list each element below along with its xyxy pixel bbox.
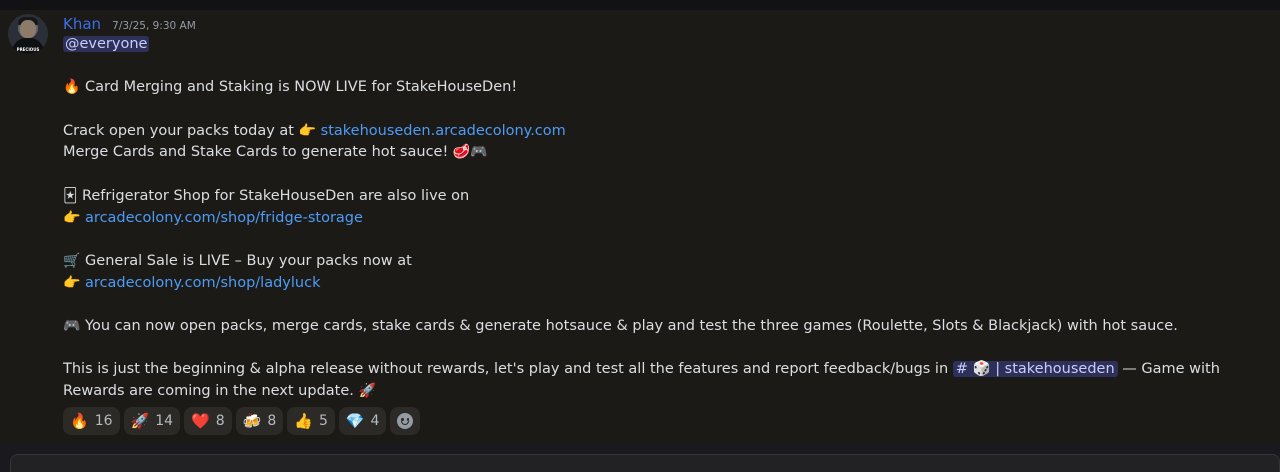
rocket-icon: 🚀 — [358, 383, 376, 400]
general-sale-text: General Sale is LIVE – Buy your packs no… — [85, 252, 412, 269]
reaction-gem[interactable]: 💎 4 — [338, 407, 387, 435]
thumbs-up-icon: 👍 — [294, 412, 313, 430]
fire-icon: 🔥 — [63, 79, 81, 96]
avatar-label: PRECIOUS — [16, 47, 40, 52]
beers-icon: 🍻 — [242, 412, 262, 430]
top-bar — [0, 0, 1280, 10]
point-right-icon: 👉 — [63, 274, 81, 291]
fire-icon: 🔥 — [70, 412, 89, 430]
point-right-icon: 👉 — [298, 122, 317, 139]
reaction-fire[interactable]: 🔥 16 — [63, 407, 120, 435]
reaction-count: 4 — [370, 413, 380, 429]
channel-mention-stakehouseden[interactable]: # 🎲 | stakehouseden — [952, 361, 1118, 378]
crack-packs-text: Crack open your packs today at — [63, 122, 294, 139]
reaction-count: 5 — [318, 413, 328, 429]
merge-stake-text: Merge Cards and Stake Cards to generate … — [63, 144, 449, 161]
avatar[interactable]: PRECIOUS — [8, 14, 48, 54]
reaction-count: 14 — [155, 413, 174, 429]
message-header: Khan 7/3/25, 9:30 AM — [63, 14, 196, 34]
avatar-face — [20, 20, 36, 38]
ladyluck-link[interactable]: arcadecolony.com/shop/ladyluck — [85, 275, 320, 291]
joker-card-icon: 🃏 — [63, 187, 78, 204]
point-right-icon: 👉 — [63, 209, 81, 226]
heart-icon: ❤️ — [191, 412, 210, 430]
chat-message: PRECIOUS Khan 7/3/25, 9:30 AM @everyone … — [0, 10, 1280, 442]
reaction-count: 16 — [94, 413, 113, 429]
alpha-release-text: This is just the beginning & alpha relea… — [63, 361, 949, 378]
everyone-mention[interactable]: @everyone — [63, 36, 150, 52]
announcement-title: Card Merging and Staking is NOW LIVE for… — [85, 79, 518, 96]
message-body: @everyone 🔥 Card Merging and Staking is … — [63, 34, 1273, 403]
reaction-count: 8 — [267, 413, 277, 429]
add-reaction-icon — [397, 413, 414, 429]
rocket-icon: 🚀 — [130, 412, 150, 430]
stakehouseden-link[interactable]: stakehouseden.arcadecolony.com — [321, 123, 566, 139]
fridge-storage-link[interactable]: arcadecolony.com/shop/fridge-storage — [85, 210, 363, 226]
message-timestamp[interactable]: 7/3/25, 9:30 AM — [112, 20, 196, 32]
shopping-cart-icon: 🛒 — [63, 252, 81, 269]
steak-gamepad-icons: 🥩🎮 — [452, 144, 488, 161]
message-composer[interactable] — [10, 454, 1280, 472]
author-name[interactable]: Khan — [63, 15, 101, 33]
gamepad-icon: 🎮 — [63, 317, 81, 334]
reactions-bar: 🔥 16 🚀 14 ❤️ 8 🍻 8 👍 5 💎 4 — [63, 407, 421, 435]
reaction-beers[interactable]: 🍻 8 — [235, 407, 284, 435]
fridge-shop-text: Refrigerator Shop for StakeHouseDen are … — [81, 187, 470, 204]
features-text: You can now open packs, merge cards, sta… — [85, 317, 1178, 334]
add-reaction-button[interactable] — [390, 407, 421, 435]
gem-icon: 💎 — [345, 412, 365, 430]
reaction-rocket[interactable]: 🚀 14 — [123, 407, 181, 435]
reaction-thumbs-up[interactable]: 👍 5 — [287, 407, 335, 435]
reaction-heart[interactable]: ❤️ 8 — [184, 407, 232, 435]
reaction-count: 8 — [215, 413, 225, 429]
